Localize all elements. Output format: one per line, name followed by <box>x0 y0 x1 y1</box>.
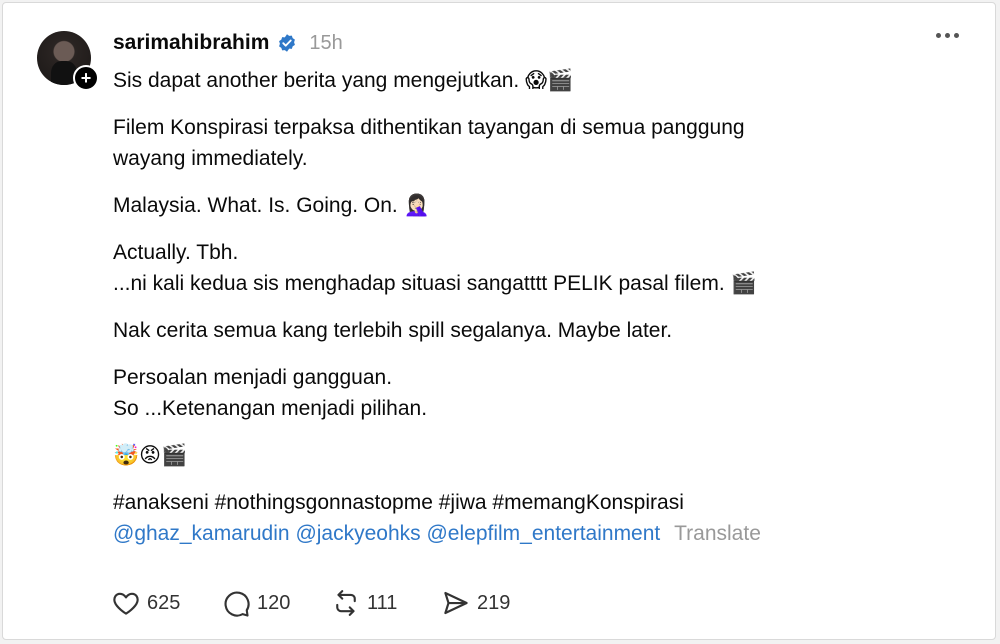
post-mentions: @ghaz_kamarudin @jackyeohks @elepfilm_en… <box>113 518 973 549</box>
post-body: Sis dapat another berita yang mengejutka… <box>113 65 973 549</box>
like-button[interactable]: 625 <box>111 588 221 618</box>
reply-count: 120 <box>257 591 291 614</box>
post-header: sarimahibrahim 15h <box>113 29 343 57</box>
reply-button[interactable]: 120 <box>221 588 331 618</box>
repost-icon <box>336 590 356 616</box>
post-actions: 625 120 111 219 <box>111 588 510 618</box>
post-text-line: wayang immediately. <box>113 147 308 170</box>
repost-button[interactable]: 111 <box>331 588 441 618</box>
post-emoji-line: 🤯😡🎬 <box>113 444 188 467</box>
like-count: 625 <box>147 591 181 614</box>
post-card: + sarimahibrahim 15h Sis dapat another b… <box>2 2 996 640</box>
post-text-line: ...ni kali kedua sis menghadap situasi s… <box>113 272 757 295</box>
post-text-line: Nak cerita semua kang terlebih spill seg… <box>113 319 673 342</box>
post-text-line: Persoalan menjadi gangguan. <box>113 366 393 389</box>
mention-link[interactable]: @ghaz_kamarudin <box>113 522 290 545</box>
verified-badge-icon <box>279 34 296 52</box>
heart-icon <box>113 592 139 615</box>
follow-plus-icon[interactable]: + <box>73 65 99 91</box>
comment-icon <box>224 591 250 617</box>
username[interactable]: sarimahibrahim <box>113 31 269 55</box>
translate-link[interactable]: Translate <box>674 522 761 545</box>
post-text-line: Sis dapat another berita yang mengejutka… <box>113 69 574 92</box>
more-options-icon[interactable] <box>936 33 959 38</box>
mention-link[interactable]: @jackyeohks <box>295 522 420 545</box>
send-icon <box>444 591 468 615</box>
share-button[interactable]: 219 <box>441 588 510 618</box>
post-text-line: Filem Konspirasi terpaksa dithentikan ta… <box>113 116 745 139</box>
post-hashtags[interactable]: #anakseni #nothingsgonnastopme #jiwa #me… <box>113 487 973 518</box>
avatar-container[interactable]: + <box>37 31 99 91</box>
post-text-line: Actually. Tbh. <box>113 241 239 264</box>
share-count: 219 <box>477 591 511 614</box>
post-text-line: Malaysia. What. Is. Going. On. 🤦🏻‍♀️ <box>113 194 430 217</box>
post-timestamp: 15h <box>309 31 343 54</box>
post-text-line: So ...Ketenangan menjadi pilihan. <box>113 397 428 420</box>
repost-count: 111 <box>367 591 398 614</box>
mention-link[interactable]: @elepfilm_entertainment <box>426 522 660 545</box>
